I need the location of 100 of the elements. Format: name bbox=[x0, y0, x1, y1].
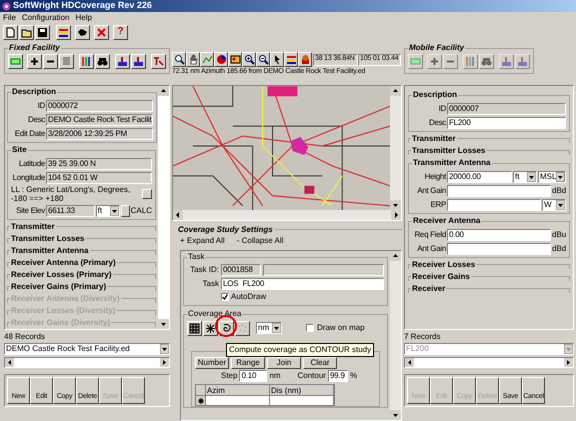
section-header[interactable]: Transmitter Antenna bbox=[412, 157, 492, 169]
menu-item[interactable]: Help bbox=[75, 12, 92, 24]
color-bars-icon[interactable] bbox=[56, 24, 71, 40]
antenna-icon[interactable] bbox=[151, 54, 166, 69]
text-field[interactable]: LOS FL200 bbox=[221, 278, 384, 290]
menu-item[interactable]: File bbox=[3, 12, 16, 24]
list-icon[interactable] bbox=[59, 54, 74, 69]
section-header[interactable]: Description bbox=[11, 86, 58, 98]
checkbox[interactable] bbox=[306, 324, 314, 332]
panel-title: Coverage Study Settings bbox=[177, 224, 273, 236]
scroll-right-icon bbox=[564, 358, 573, 367]
section-header[interactable]: Receiver bbox=[411, 282, 446, 294]
zoom-out-icon[interactable] bbox=[256, 52, 270, 67]
checkmark-icon bbox=[222, 294, 228, 300]
range-icon[interactable] bbox=[8, 54, 23, 69]
vertical-scrollbar[interactable] bbox=[390, 251, 401, 420]
text-field[interactable]: DEMO Castle Rock Test Facilit bbox=[46, 114, 154, 126]
action-button[interactable]: Clear bbox=[303, 357, 337, 369]
checkbox-label: Draw on map bbox=[317, 322, 365, 334]
vertical-scrollbar[interactable] bbox=[390, 86, 401, 210]
text-field[interactable] bbox=[447, 242, 551, 254]
section-header[interactable]: Transmitter Losses bbox=[411, 144, 486, 156]
small-button[interactable] bbox=[142, 189, 152, 199]
horizontal-scrollbar[interactable] bbox=[404, 357, 574, 368]
unit-dropdown[interactable]: ft bbox=[96, 204, 120, 216]
zoom-in-icon[interactable] bbox=[242, 52, 256, 67]
help-button[interactable]: ? bbox=[113, 24, 128, 40]
open-folder-icon[interactable] bbox=[19, 24, 34, 40]
binoculars-icon[interactable] bbox=[95, 54, 110, 69]
columns-icon[interactable] bbox=[79, 54, 94, 69]
text-field[interactable]: 104 52 0.01 W bbox=[46, 172, 152, 184]
scroll-down-icon bbox=[390, 200, 401, 210]
section-header[interactable]: Receiver Antenna bbox=[412, 215, 482, 227]
field-label: ID bbox=[438, 102, 446, 114]
horizontal-scrollbar[interactable] bbox=[173, 210, 401, 220]
expand-link[interactable]: + Expand All bbox=[180, 235, 225, 247]
menu-item[interactable]: Configuration bbox=[22, 12, 70, 24]
image-icon[interactable] bbox=[228, 52, 242, 67]
section-header[interactable]: Receiver Gains bbox=[411, 270, 471, 282]
text-field[interactable]: 0.00 bbox=[447, 228, 551, 240]
section-header[interactable]: Transmitter bbox=[411, 132, 457, 144]
section-header[interactable]: Receiver Losses (Primary) bbox=[10, 268, 112, 280]
remove-icon[interactable] bbox=[43, 54, 58, 69]
text-field[interactable] bbox=[263, 264, 384, 276]
contour-icon[interactable] bbox=[219, 320, 234, 336]
text-field[interactable] bbox=[447, 198, 541, 210]
unit-dropdown[interactable]: nm bbox=[256, 322, 282, 334]
text-field[interactable]: 0001858 bbox=[221, 264, 261, 276]
section-header[interactable]: Receiver Gains (Primary) bbox=[10, 280, 108, 292]
line-chart-icon[interactable] bbox=[200, 52, 214, 67]
section-header[interactable]: Receiver Antenna (Primary) bbox=[10, 256, 117, 268]
text-field[interactable]: 3/28/2006 12:39:25 PM bbox=[46, 128, 154, 140]
tower-icon[interactable] bbox=[131, 54, 146, 69]
grid-icon[interactable] bbox=[187, 320, 202, 336]
text-field[interactable]: 6611.33 bbox=[46, 204, 95, 216]
points-icon[interactable] bbox=[235, 320, 250, 336]
section-header[interactable]: Transmitter bbox=[10, 220, 56, 232]
radial-icon[interactable] bbox=[203, 320, 218, 336]
field-label: Req Field bbox=[413, 228, 446, 240]
pointer-icon[interactable] bbox=[270, 52, 284, 67]
unit-dropdown[interactable]: MSL bbox=[538, 170, 566, 182]
horizontal-scrollbar[interactable] bbox=[4, 357, 170, 368]
map-shape-icon[interactable] bbox=[75, 24, 90, 40]
section-header[interactable]: Receiver Losses bbox=[411, 258, 476, 270]
action-button[interactable]: Range bbox=[231, 357, 265, 369]
text-field[interactable]: FL200 bbox=[447, 116, 566, 128]
small-button[interactable] bbox=[120, 204, 130, 216]
hand-icon[interactable] bbox=[186, 52, 200, 67]
checkbox[interactable] bbox=[221, 293, 229, 301]
unit-dropdown[interactable]: ft bbox=[513, 170, 537, 182]
text-field[interactable]: 20000.00 bbox=[447, 170, 512, 182]
search-icon[interactable] bbox=[172, 52, 186, 67]
stack-icon[interactable] bbox=[298, 52, 312, 67]
unit-dropdown[interactable]: W bbox=[542, 198, 566, 210]
text-field[interactable] bbox=[447, 184, 551, 196]
vertical-scrollbar[interactable] bbox=[158, 86, 169, 329]
color-bars-icon[interactable] bbox=[284, 52, 298, 67]
save-icon[interactable] bbox=[35, 24, 50, 40]
field-label: Task ID: bbox=[189, 264, 219, 276]
group-title: Coverage Area bbox=[187, 308, 242, 320]
record-dropdown[interactable]: DEMO Castle Rock Test Facility.ed bbox=[4, 343, 170, 355]
dropdown-arrow-icon bbox=[556, 172, 565, 182]
text-field[interactable]: 0000007 bbox=[447, 102, 566, 114]
tower-icon[interactable] bbox=[115, 54, 130, 69]
action-button[interactable]: Join bbox=[267, 357, 301, 369]
text-field[interactable]: 99.9 bbox=[328, 370, 348, 382]
dropdown-arrow-icon bbox=[272, 323, 281, 333]
action-button[interactable]: Number bbox=[195, 357, 229, 369]
pie-icon[interactable] bbox=[214, 52, 228, 67]
add-icon[interactable] bbox=[27, 54, 42, 69]
new-document-icon[interactable] bbox=[3, 24, 18, 40]
text-field[interactable]: 39 25 39.00 N bbox=[46, 158, 152, 170]
section-header[interactable]: Site bbox=[11, 144, 28, 156]
collapse-link[interactable]: - Collapse All bbox=[236, 235, 284, 247]
text-field[interactable]: 0.10 bbox=[239, 370, 268, 382]
close-icon[interactable] bbox=[94, 24, 109, 40]
section-header[interactable]: Transmitter Antenna bbox=[10, 244, 90, 256]
section-header[interactable]: Transmitter Losses bbox=[10, 232, 86, 244]
section-header[interactable]: Description bbox=[412, 89, 458, 101]
text-field[interactable]: 0000072 bbox=[46, 100, 154, 112]
